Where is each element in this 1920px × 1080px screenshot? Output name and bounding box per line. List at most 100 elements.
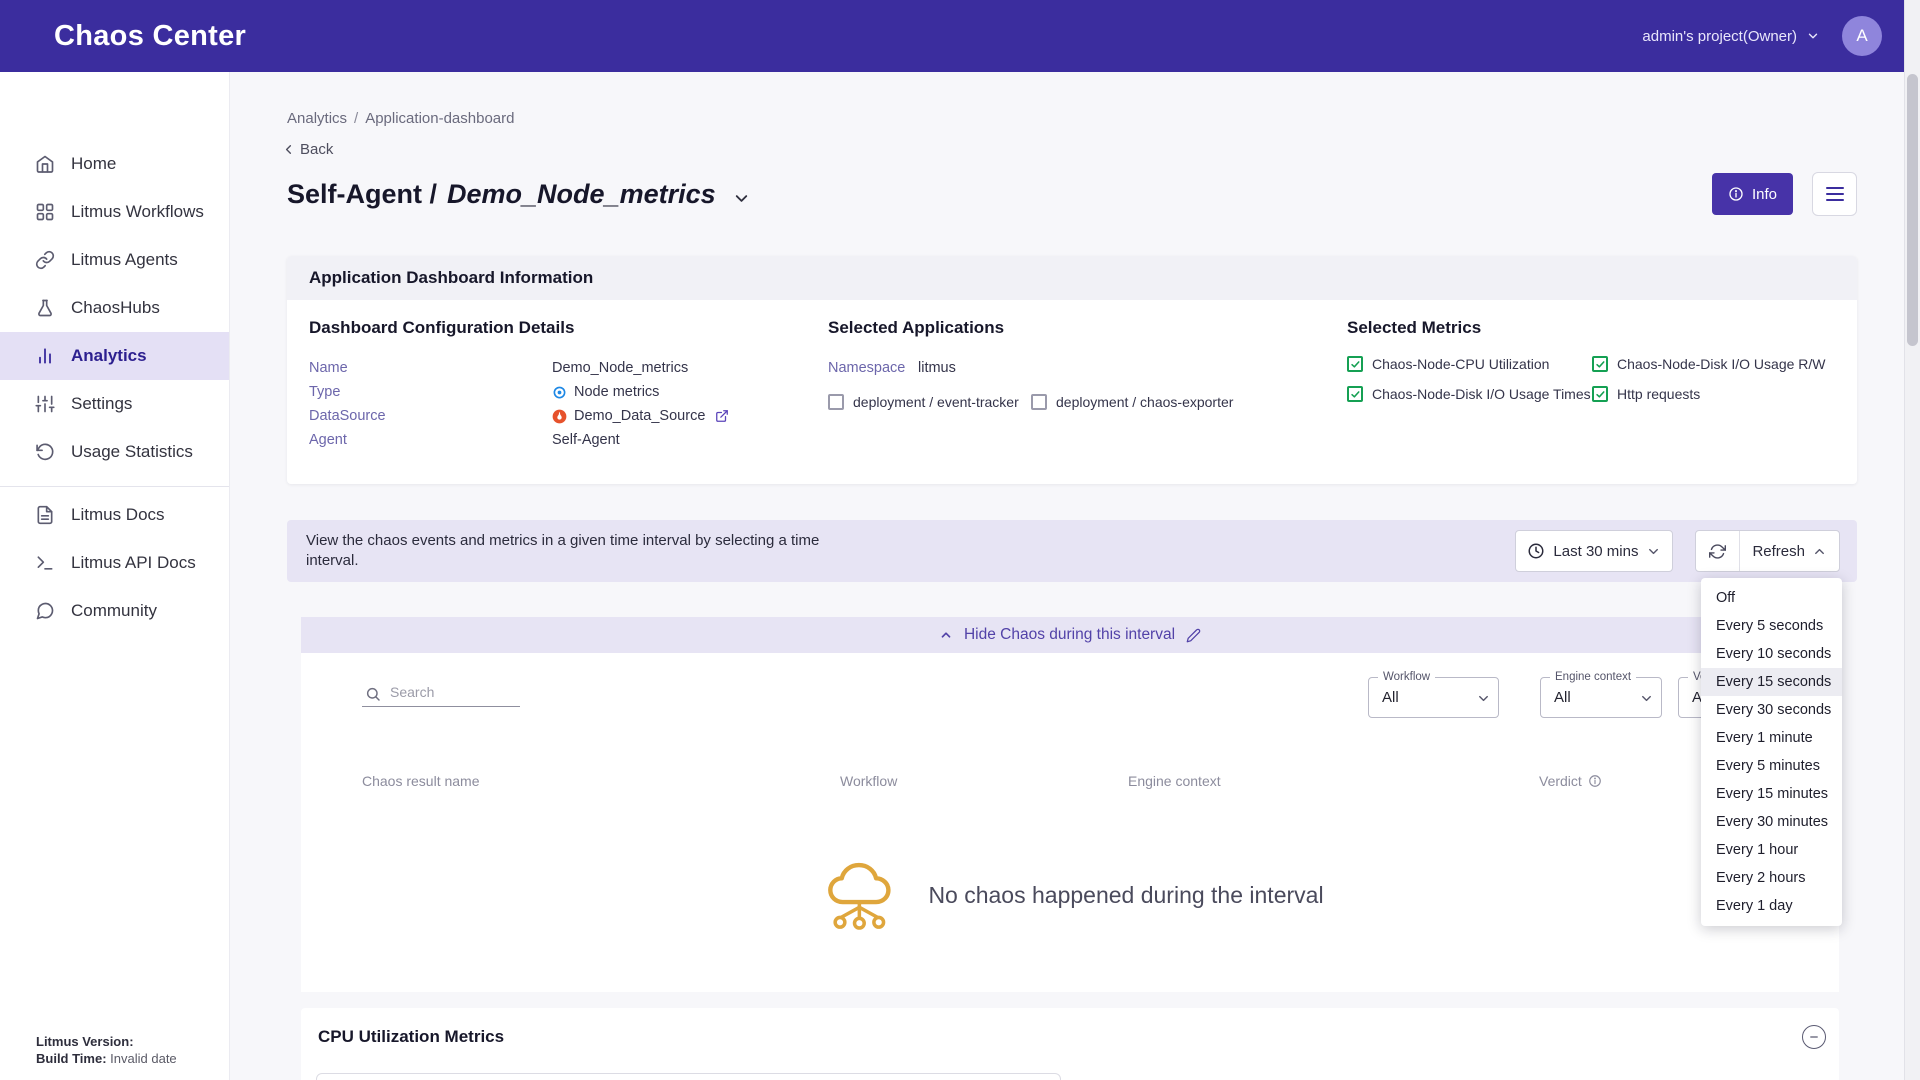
application-checkboxes: deployment / event-tracker deployment / … [828,394,1347,410]
refresh-option[interactable]: Every 1 hour [1701,836,1842,864]
collapse-chevron-up-icon[interactable] [939,628,953,642]
config-row-datasource: DataSource Demo_Data_Source [309,404,828,428]
info-button-label: Info [1752,186,1777,203]
usage-statistics-icon [35,442,55,462]
time-range-value: Last 30 mins [1553,543,1638,560]
sidebar-item-litmus-workflows[interactable]: Litmus Workflows [0,188,229,236]
refresh-option[interactable]: Every 5 minutes [1701,752,1842,780]
dashboard-information-body: Dashboard Configuration Details Name Dem… [287,300,1857,452]
sidebar-item-community[interactable]: Community [0,587,229,635]
filter-label: Workflow [1378,671,1435,683]
refresh-rate-button[interactable]: Refresh [1740,531,1839,571]
checkbox-checked[interactable] [1592,356,1608,372]
refresh-option[interactable]: Every 15 minutes [1701,780,1842,808]
filter-value: All [1554,689,1571,706]
hide-chaos-toggle[interactable]: Hide Chaos during this interval [964,626,1175,644]
litmus-version-label: Litmus Version: [36,1033,177,1050]
refresh-option[interactable]: Every 30 minutes [1701,808,1842,836]
sidebar-item-home[interactable]: Home [0,140,229,188]
sidebar-item-litmus-api-docs[interactable]: Litmus API Docs [0,539,229,587]
sidebar-item-label: Settings [71,394,132,414]
metric-checkbox-disk-io-rw[interactable]: Chaos-Node-Disk I/O Usage R/W [1592,356,1835,372]
filter-value: All [1382,689,1399,706]
title-row: Self-Agent / Demo_Node_metrics Info [287,168,1857,220]
sidebar-item-label: Usage Statistics [71,442,193,462]
config-row-type: Type Node metrics [309,380,828,404]
dashboard-menu-button[interactable] [1812,172,1857,216]
build-time-label: Build Time: [36,1051,107,1066]
cpu-utilization-card: CPU Utilization Metrics [301,1008,1839,1080]
refresh-now-button[interactable] [1696,531,1740,571]
breadcrumb-separator: / [354,110,358,127]
interval-description: View the chaos events and metrics in a g… [306,531,851,571]
sidebar-item-label: Analytics [71,346,147,366]
workflow-filter-select[interactable]: Workflow All [1368,677,1499,718]
metric-checkbox-disk-io-times[interactable]: Chaos-Node-Disk I/O Usage Times [1347,386,1592,402]
home-icon [35,154,55,174]
page-scrollbar[interactable] [1904,0,1920,1080]
checkbox-checked[interactable] [1347,386,1363,402]
back-button[interactable]: Back [281,141,333,158]
breadcrumb-application-dashboard[interactable]: Application-dashboard [365,110,514,127]
refresh-rate-menu: Off Every 5 seconds Every 10 seconds Eve… [1701,578,1842,926]
checkbox-checked[interactable] [1347,356,1363,372]
sidebar-item-litmus-docs[interactable]: Litmus Docs [0,491,229,539]
project-switcher[interactable]: admin's project(Owner) [1642,28,1820,45]
metrics-grid: Chaos-Node-CPU Utilization Chaos-Node-Di… [1347,356,1835,402]
engine-context-filter-select[interactable]: Engine context All [1540,677,1662,718]
refresh-option[interactable]: Off [1701,584,1842,612]
interval-controls: Last 30 mins Refresh [1515,530,1840,572]
scrollbar-thumb[interactable] [1907,74,1918,346]
refresh-option[interactable]: Every 1 minute [1701,724,1842,752]
chevron-down-icon [1806,29,1820,43]
metric-checkbox-cpu-utilization[interactable]: Chaos-Node-CPU Utilization [1347,356,1592,372]
header-right: admin's project(Owner) A [1642,16,1882,56]
node-metrics-icon [552,385,567,400]
info-icon [1728,186,1744,202]
workflows-icon [35,202,55,222]
refresh-option[interactable]: Every 10 seconds [1701,640,1842,668]
refresh-option[interactable]: Every 1 day [1701,892,1842,920]
refresh-option[interactable]: Every 5 seconds [1701,612,1842,640]
checkbox-checked[interactable] [1592,386,1608,402]
sidebar-item-label: ChaosHubs [71,298,160,318]
breadcrumb: Analytics / Application-dashboard [287,110,514,127]
sidebar-item-label: Home [71,154,116,174]
time-range-select[interactable]: Last 30 mins [1515,530,1673,572]
chaos-toggle-strip: Hide Chaos during this interval [301,617,1839,653]
edit-pencil-icon[interactable] [1186,628,1201,643]
interval-bar: View the chaos events and metrics in a g… [287,520,1857,582]
chevron-down-icon [1639,691,1654,706]
verdict-info-icon[interactable] [1588,774,1602,788]
refresh-option[interactable]: Every 30 seconds [1701,696,1842,724]
refresh-option[interactable]: Every 2 hours [1701,864,1842,892]
configuration-title: Dashboard Configuration Details [309,318,828,338]
chevron-down-icon [1646,544,1661,559]
breadcrumb-analytics[interactable]: Analytics [287,110,347,127]
checkbox-unchecked[interactable] [828,394,844,410]
application-checkbox-chaos-exporter[interactable]: deployment / chaos-exporter [1031,394,1233,410]
metric-checkbox-http-requests[interactable]: Http requests [1592,386,1835,402]
chevron-down-icon [1476,691,1491,706]
search-input[interactable] [362,679,520,707]
refresh-icon [1709,543,1726,560]
external-link-icon[interactable] [715,409,729,423]
build-time-value: Invalid date [110,1051,177,1066]
refresh-option-selected[interactable]: Every 15 seconds [1701,668,1842,696]
collapse-section-button[interactable] [1802,1025,1826,1049]
title-actions: Info [1712,172,1857,216]
sidebar-item-usage-statistics[interactable]: Usage Statistics [0,428,229,476]
sidebar-item-litmus-agents[interactable]: Litmus Agents [0,236,229,284]
sidebar-item-analytics[interactable]: Analytics [0,332,229,380]
avatar[interactable]: A [1842,16,1882,56]
refresh-label: Refresh [1752,543,1805,560]
checkbox-unchecked[interactable] [1031,394,1047,410]
filter-label: Engine context [1550,671,1636,683]
sidebar-item-settings[interactable]: Settings [0,380,229,428]
info-button[interactable]: Info [1712,173,1793,215]
agents-icon [35,250,55,270]
application-checkbox-event-tracker[interactable]: deployment / event-tracker [828,394,1031,410]
dashboard-switcher-chevron-icon[interactable] [732,189,751,208]
app-title: Chaos Center [54,20,246,53]
sidebar-item-chaoshubs[interactable]: ChaosHubs [0,284,229,332]
